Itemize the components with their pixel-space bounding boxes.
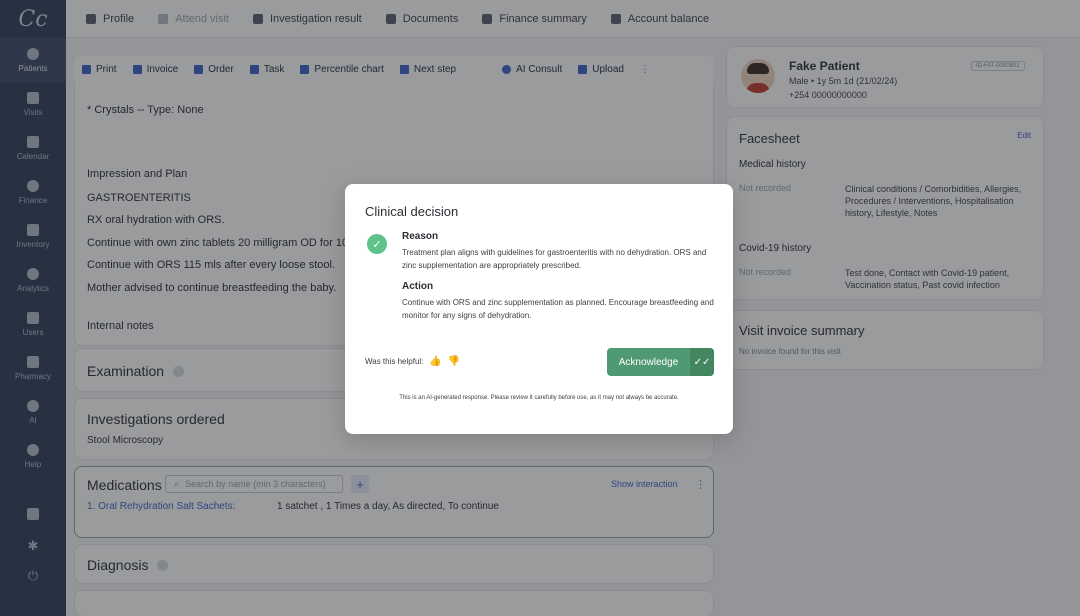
ai-disclaimer: This is an AI-generated response. Please…: [399, 395, 679, 401]
acknowledge-label: Acknowledge: [618, 356, 679, 368]
helpful-label: Was this helpful:: [365, 357, 424, 366]
thumbs-down-icon[interactable]: 👎: [448, 356, 460, 367]
check-icon: ✓: [367, 234, 387, 254]
thumbs-up-icon[interactable]: 👍: [429, 356, 441, 367]
clinical-decision-modal: Clinical decision ✓ Reason Treatment pla…: [345, 184, 733, 434]
acknowledge-button[interactable]: Acknowledge ✓✓: [607, 348, 714, 376]
action-text: Continue with ORS and zinc supplementati…: [402, 298, 714, 320]
double-check-icon: ✓✓: [690, 348, 714, 376]
feedback-row: Was this helpful: 👍 👎: [365, 356, 460, 367]
reason-heading: Reason: [402, 231, 439, 242]
action-heading: Action: [402, 281, 434, 292]
reason-text: Treatment plan aligns with guidelines fo…: [402, 248, 707, 270]
modal-title: Clinical decision: [365, 204, 459, 219]
